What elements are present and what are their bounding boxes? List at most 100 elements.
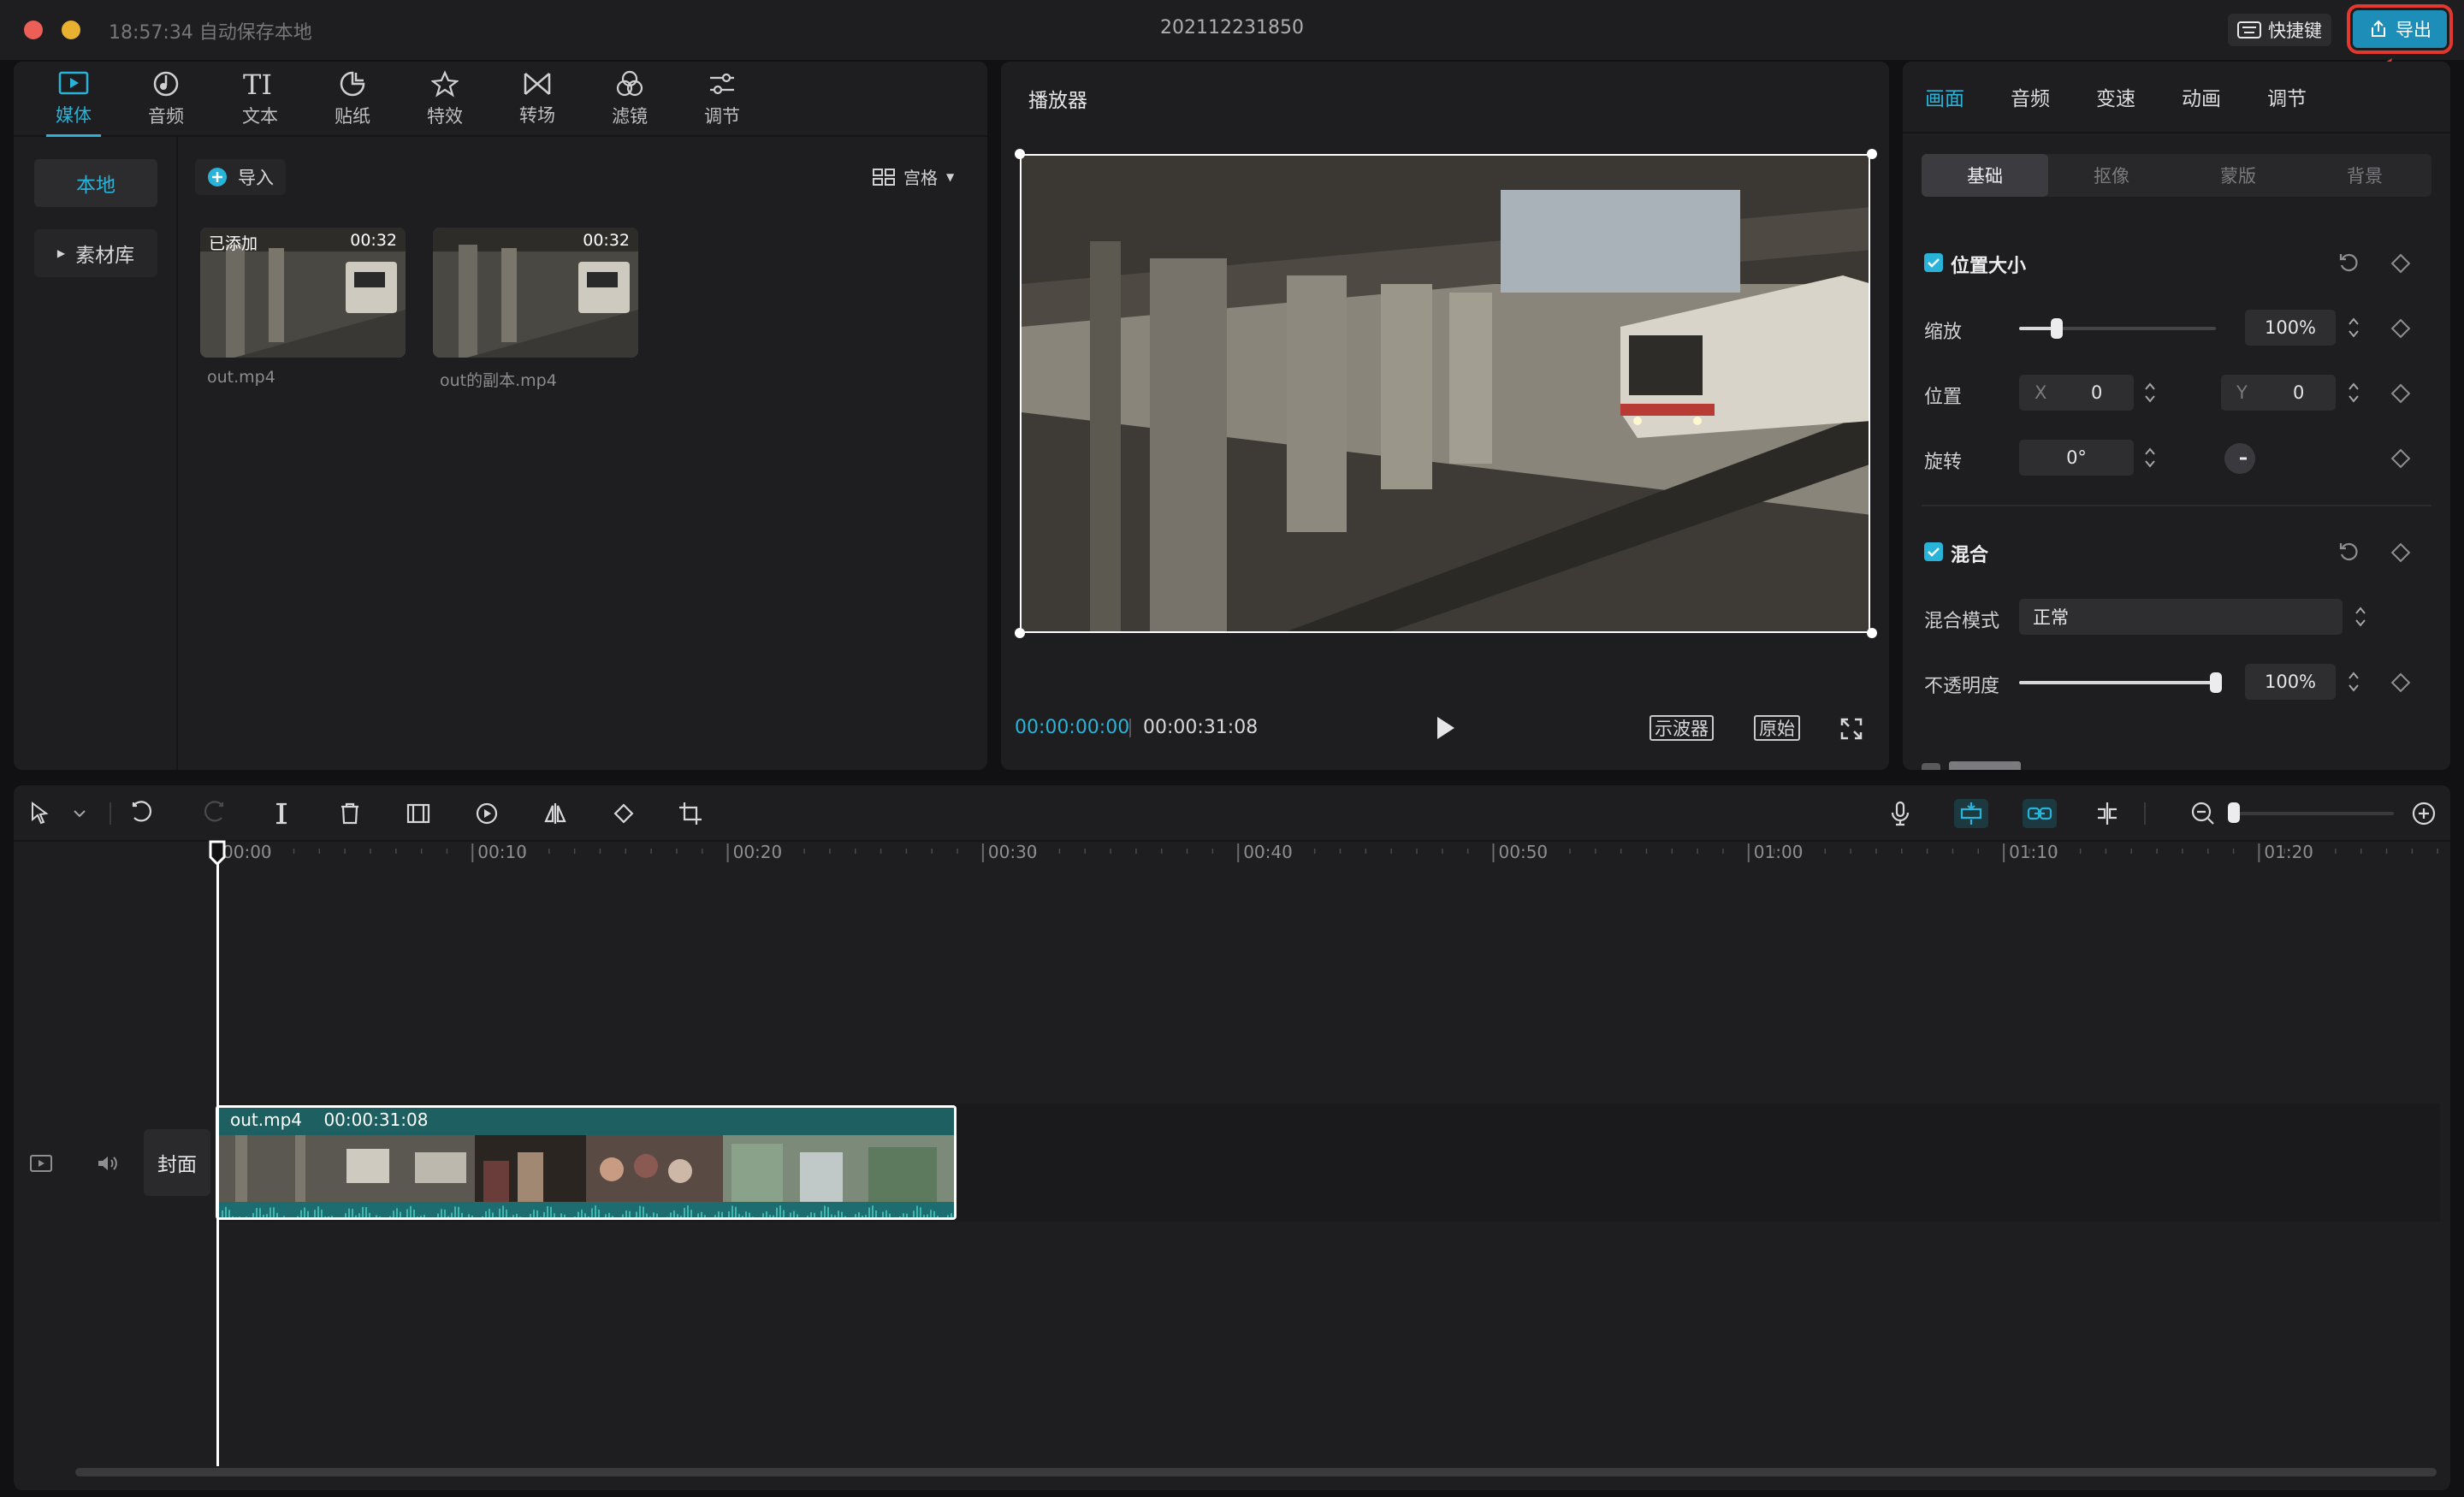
waveform-bar [386,1218,388,1220]
check-icon [1928,547,1940,557]
view-mode-dropdown[interactable]: 宫格 ▼ [873,164,954,189]
preview-axis-button[interactable] [2093,799,2122,828]
ratio-button[interactable]: 原始 [1754,715,1800,741]
blend-checkbox[interactable] [1924,542,1943,561]
tab-adjust[interactable]: 调节 [681,62,763,137]
zoom-in-button[interactable] [2409,799,2438,828]
opacity-stepper[interactable] [2344,664,2363,700]
tab-effects[interactable]: 特效 [404,62,486,137]
video-preview[interactable] [1020,154,1870,633]
position-x-input[interactable]: X 0 [2019,375,2134,411]
freeze-frame-button[interactable] [404,799,433,828]
timeline-scrollbar[interactable] [75,1468,2437,1476]
playhead[interactable] [216,842,219,1466]
zoom-slider-track[interactable] [2231,812,2394,815]
fullscreen-button[interactable] [1839,717,1863,741]
transform-handle[interactable] [1867,149,1877,159]
tab-filter[interactable]: 滤镜 [589,62,671,137]
position-y-input[interactable]: Y 0 [2221,375,2336,411]
play-button[interactable] [1434,715,1458,741]
scale-input[interactable]: 100% [2245,310,2336,346]
blend-mode-toggle[interactable] [2351,599,2370,635]
tab-adjust-prop[interactable]: 调节 [2267,82,2307,111]
position-x-stepper[interactable] [2141,375,2159,411]
timeline-clip[interactable]: out.mp4 00:00:31:08 [216,1105,957,1220]
crop-button[interactable] [676,799,705,828]
position-y-stepper[interactable] [2344,375,2363,411]
waveform-bar [400,1211,401,1217]
tab-text[interactable]: TI 文本 [219,62,301,137]
chevron-down-icon [74,810,86,818]
track-mute-toggle[interactable] [96,1153,120,1174]
triangle-right-icon: ▶ [56,247,66,259]
subtab-background[interactable]: 背景 [2301,154,2428,197]
rotation-dial[interactable] [2223,441,2257,476]
shortcut-button[interactable]: 快捷键 [2228,14,2331,46]
waveform-bar [471,1215,473,1217]
waveform-bar [755,1219,757,1220]
subtab-basic[interactable]: 基础 [1922,154,2048,197]
select-tool-button[interactable] [26,799,55,828]
media-thumbnail[interactable]: 已添加 00:32 [200,228,406,358]
transform-checkbox[interactable] [1924,253,1943,272]
opacity-slider-handle[interactable] [2210,672,2222,693]
transform-handle[interactable] [1867,628,1877,638]
tab-transition[interactable]: 转场 [496,62,578,137]
tab-speed[interactable]: 变速 [2096,82,2135,111]
waveform-bar [444,1209,446,1217]
mirror-button[interactable] [541,799,570,828]
adjust-icon [708,70,737,98]
opacity-input[interactable]: 100% [2245,664,2336,700]
waveform-bar [923,1215,925,1217]
redo-button[interactable] [198,799,228,828]
split-button[interactable] [267,799,296,828]
track-video-toggle[interactable] [29,1153,53,1174]
subtab-mask[interactable]: 蒙版 [2175,154,2301,197]
main-track-magnet-button[interactable] [1954,799,1988,828]
sidebar-item-local[interactable]: 本地 [34,159,157,207]
opacity-slider-fill [2019,681,2216,684]
title-bar: 18:57:34 自动保存本地 202112231850 快捷键 导出 [0,0,2464,60]
scope-button[interactable]: 示波器 [1650,715,1714,741]
undo-button[interactable] [128,799,157,828]
waveform-bar [417,1216,418,1217]
reset-button[interactable] [2337,541,2360,563]
transform-handle[interactable] [1015,149,1025,159]
rotation-input[interactable]: 0° [2019,440,2134,476]
scale-stepper[interactable] [2344,310,2363,346]
waveform-bar [591,1208,593,1217]
blend-mode-select[interactable]: 正常 [2019,599,2343,635]
playhead-handle-icon[interactable] [208,840,227,866]
record-voice-button[interactable] [1886,799,1915,828]
import-button[interactable]: 导入 [195,159,286,195]
caret-down-icon: ▼ [946,170,955,183]
section-title-peek [1949,761,2021,770]
tab-animation[interactable]: 动画 [2182,82,2221,111]
reset-button[interactable] [2337,251,2360,274]
tab-audio[interactable]: 音频 [125,62,207,137]
rotate-button[interactable] [609,799,638,828]
subtab-cutout[interactable]: 抠像 [2048,154,2175,197]
sidebar-item-library[interactable]: ▶ 素材库 [34,229,157,277]
zoom-slider-handle[interactable] [2228,802,2240,823]
toolbar-divider [110,802,111,825]
rotation-stepper[interactable] [2141,440,2159,476]
tab-picture[interactable]: 画面 [1925,82,1964,111]
svg-text:TI: TI [243,70,272,98]
waveform-bar [492,1212,494,1217]
cover-button[interactable]: 封面 [144,1129,210,1196]
export-button[interactable]: 导出 [2347,4,2453,54]
delete-button[interactable] [335,799,364,828]
tab-sticker[interactable]: 贴纸 [311,62,394,137]
media-thumbnail[interactable]: 00:32 [433,228,638,358]
reverse-button[interactable] [472,799,501,828]
waveform-bar [742,1216,743,1217]
scale-slider-handle[interactable] [2050,318,2063,339]
zoom-out-button[interactable] [2189,799,2218,828]
waveform-bar [547,1205,548,1217]
select-tool-dropdown[interactable] [65,799,94,828]
link-button[interactable] [2023,799,2057,828]
transform-handle[interactable] [1015,628,1025,638]
tab-media[interactable]: 媒体 [33,62,115,137]
tab-audio-prop[interactable]: 音频 [2011,82,2050,111]
